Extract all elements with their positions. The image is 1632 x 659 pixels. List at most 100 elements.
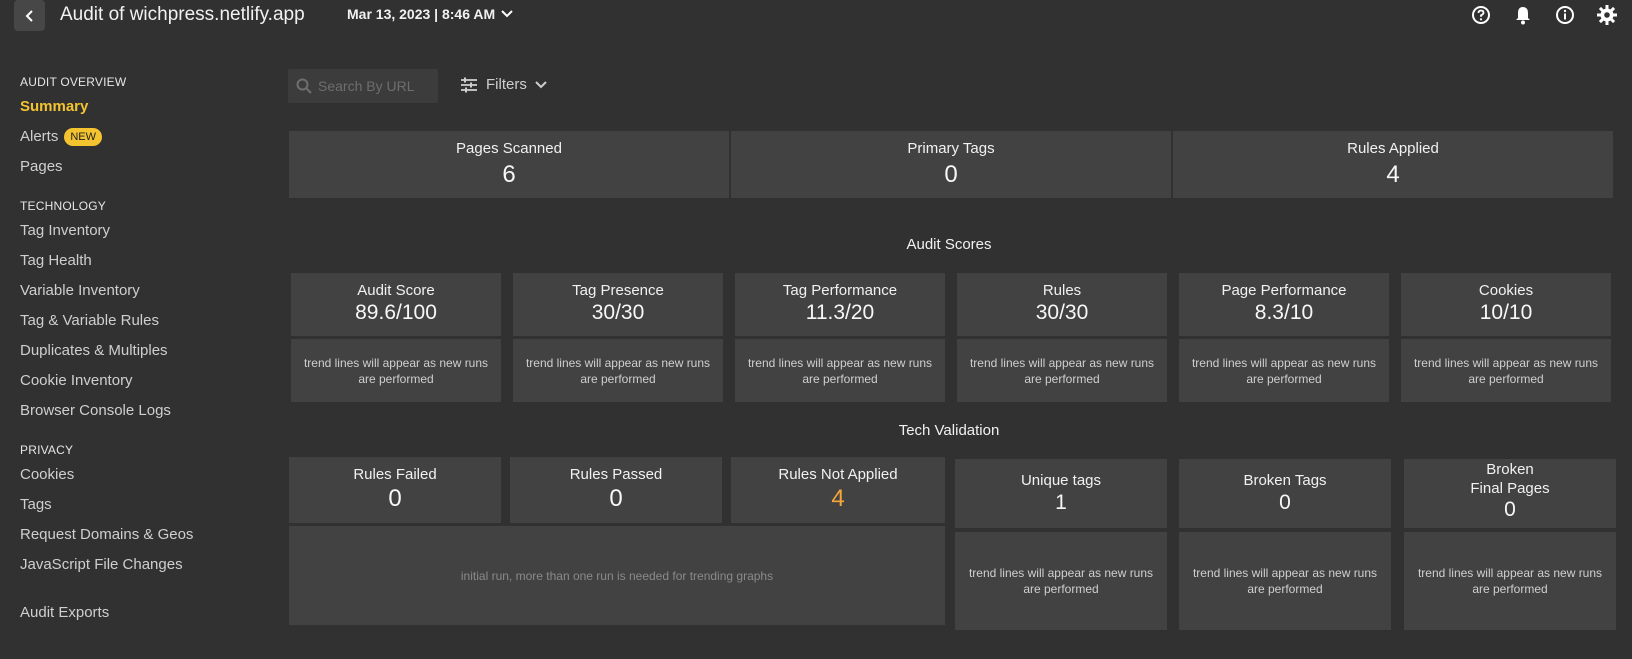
sidebar-item-label: Browser Console Logs <box>20 402 171 419</box>
search-icon <box>296 78 312 94</box>
unique-tags-trend: trend lines will appear as new runs are … <box>955 532 1167 630</box>
sidebar-item-label: JavaScript File Changes <box>20 556 183 573</box>
sidebar-item-audit-exports[interactable]: Audit Exports <box>20 598 260 628</box>
broken-tags-card[interactable]: Broken Tags 0 <box>1179 459 1391 528</box>
sidebar-item-label: Alerts <box>20 128 59 145</box>
broken-final-pages-trend: trend lines will appear as new runs are … <box>1404 532 1616 630</box>
sidebar-heading-audit-overview: AUDIT OVERVIEW <box>20 75 127 89</box>
tag-stat-value: 1 <box>1055 491 1067 514</box>
score-label: Rules <box>1042 282 1082 299</box>
filters-button[interactable]: Filters <box>460 76 547 93</box>
score-value: 30/30 <box>591 301 645 324</box>
rules-value: 0 <box>388 485 402 512</box>
chevron-left-icon <box>25 9 33 22</box>
stat-card-rules-applied[interactable]: Rules Applied 4 <box>1173 131 1613 198</box>
rules-failed-card[interactable]: Rules Failed 0 <box>289 457 501 523</box>
sidebar-item-tag-variable-rules[interactable]: Tag & Variable Rules <box>20 306 260 336</box>
sliders-icon <box>461 77 477 92</box>
sidebar-item-variable-inventory[interactable]: Variable Inventory <box>20 276 260 306</box>
score-card-audit-score[interactable]: Audit Score 89.6/100 <box>291 273 501 336</box>
score-label: Audit Score <box>357 282 435 299</box>
notifications-bell-icon[interactable] <box>1512 4 1534 26</box>
sidebar-item-label: Audit Exports <box>20 604 110 621</box>
stat-label: Pages Scanned <box>456 140 562 157</box>
chevron-down-icon <box>501 10 513 18</box>
sidebar-item-label: Pages <box>20 158 63 175</box>
score-trend-tag-presence: trend lines will appear as new runs are … <box>513 339 723 402</box>
sidebar-item-cookie-inventory[interactable]: Cookie Inventory <box>20 366 260 396</box>
score-label: Cookies <box>1478 282 1534 299</box>
info-icon[interactable] <box>1554 4 1576 26</box>
score-trend-audit-score: trend lines will appear as new runs are … <box>291 339 501 402</box>
sidebar-heading-technology: TECHNOLOGY <box>20 199 107 213</box>
stat-card-pages-scanned[interactable]: Pages Scanned 6 <box>289 131 729 198</box>
sidebar-item-request-domains-geos[interactable]: Request Domains & Geos <box>20 520 260 550</box>
run-date-select[interactable]: Mar 13, 2023 | 8:46 AM <box>347 6 513 22</box>
tag-stat-label: Unique tags <box>1020 472 1102 489</box>
rules-passed-card[interactable]: Rules Passed 0 <box>510 457 722 523</box>
score-card-page-performance[interactable]: Page Performance 8.3/10 <box>1179 273 1389 336</box>
sidebar-item-label: Cookies <box>20 466 75 483</box>
filters-label: Filters <box>486 76 527 93</box>
score-trend-rules: trend lines will appear as new runs are … <box>957 339 1167 402</box>
stat-value: 6 <box>502 161 516 188</box>
tech-validation-title: Tech Validation <box>898 422 1000 439</box>
run-date-label: Mar 13, 2023 | 8:46 AM <box>347 6 496 22</box>
sidebar-item-label: Duplicates & Multiples <box>20 342 168 359</box>
sidebar-item-cookies[interactable]: Cookies <box>20 460 260 490</box>
sidebar-item-label: Tags <box>20 496 52 513</box>
score-value: 30/30 <box>1035 301 1089 324</box>
score-label: Page Performance <box>1221 282 1347 299</box>
audit-scores-title: Audit Scores <box>906 236 992 253</box>
stat-value: 0 <box>944 161 958 188</box>
settings-gear-icon[interactable] <box>1596 4 1618 26</box>
rules-not-applied-card[interactable]: Rules Not Applied 4 <box>731 457 945 523</box>
rules-label: Rules Not Applied <box>778 466 898 483</box>
sidebar-item-label: Tag & Variable Rules <box>20 312 159 329</box>
score-card-rules[interactable]: Rules 30/30 <box>957 273 1167 336</box>
sidebar-item-label: Request Domains & Geos <box>20 526 194 543</box>
search-box <box>288 69 438 103</box>
score-value: 8.3/10 <box>1254 301 1314 324</box>
back-button[interactable] <box>14 0 45 31</box>
chevron-down-icon <box>535 80 547 88</box>
broken-final-pages-card[interactable]: Broken Final Pages 0 <box>1404 459 1616 528</box>
tag-stat-value: 0 <box>1504 498 1516 521</box>
stat-card-primary-tags[interactable]: Primary Tags 0 <box>731 131 1171 198</box>
sidebar-item-summary[interactable]: Summary <box>20 92 260 122</box>
sidebar-heading-privacy: PRIVACY <box>20 443 74 457</box>
tag-stat-label: Broken Final Pages <box>1470 461 1550 497</box>
sidebar-item-tag-health[interactable]: Tag Health <box>20 246 260 276</box>
sidebar-item-duplicates-multiples[interactable]: Duplicates & Multiples <box>20 336 260 366</box>
sidebar-item-browser-console-logs[interactable]: Browser Console Logs <box>20 396 260 426</box>
sidebar-item-label: Tag Inventory <box>20 222 111 239</box>
score-trend-cookies: trend lines will appear as new runs are … <box>1401 339 1611 402</box>
stat-label: Primary Tags <box>907 140 995 157</box>
unique-tags-card[interactable]: Unique tags 1 <box>955 459 1167 528</box>
search-url-input[interactable] <box>318 78 428 94</box>
page-title: Audit of wichpress.netlify.app <box>60 4 305 25</box>
rules-value: 0 <box>609 485 623 512</box>
score-card-cookies[interactable]: Cookies 10/10 <box>1401 273 1611 336</box>
score-value: 89.6/100 <box>355 301 437 324</box>
score-value: 11.3/20 <box>805 301 875 324</box>
score-label: Tag Presence <box>572 282 664 299</box>
sidebar-item-label: Cookie Inventory <box>20 372 133 389</box>
new-badge: NEW <box>64 128 103 146</box>
score-card-tag-performance[interactable]: Tag Performance 11.3/20 <box>735 273 945 336</box>
score-card-tag-presence[interactable]: Tag Presence 30/30 <box>513 273 723 336</box>
sidebar-item-tag-inventory[interactable]: Tag Inventory <box>20 216 260 246</box>
rules-label: Rules Passed <box>569 466 663 483</box>
tag-stat-value: 0 <box>1279 491 1291 514</box>
sidebar-item-tags[interactable]: Tags <box>20 490 260 520</box>
broken-tags-trend: trend lines will appear as new runs are … <box>1179 532 1391 630</box>
sidebar-item-alerts[interactable]: Alerts NEW <box>20 122 260 152</box>
tag-stat-label: Broken Tags <box>1243 472 1327 489</box>
help-icon[interactable] <box>1470 4 1492 26</box>
sidebar-item-javascript-file-changes[interactable]: JavaScript File Changes <box>20 550 260 580</box>
score-trend-tag-performance: trend lines will appear as new runs are … <box>735 339 945 402</box>
stat-value: 4 <box>1386 161 1400 188</box>
sidebar-item-pages[interactable]: Pages <box>20 152 260 182</box>
rules-value: 4 <box>831 485 845 512</box>
score-trend-page-performance: trend lines will appear as new runs are … <box>1179 339 1389 402</box>
